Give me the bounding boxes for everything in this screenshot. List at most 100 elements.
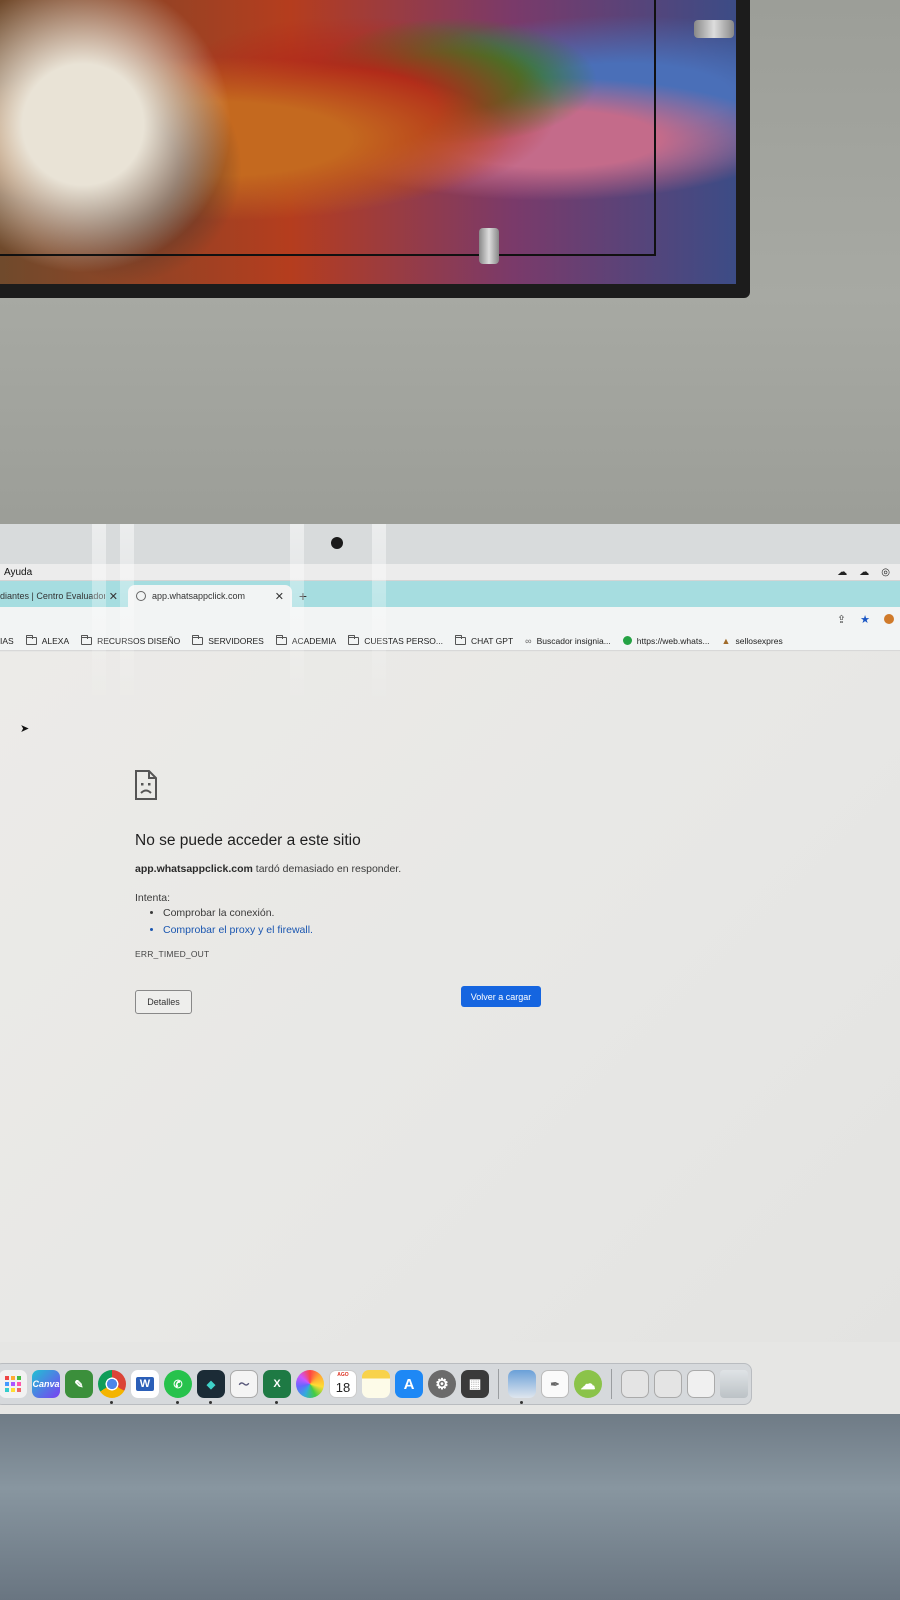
reload-button[interactable]: Volver a cargar — [461, 986, 541, 1007]
share-icon[interactable]: ⇪ — [837, 613, 846, 626]
calendar-day: 18 — [335, 1380, 351, 1395]
pencil-app-icon[interactable]: ✎ — [65, 1370, 93, 1398]
screen-glare — [92, 524, 106, 704]
bookmark-label: ALEXA — [41, 635, 70, 646]
stamp-icon: ▲ — [721, 635, 731, 646]
try-label: Intenta: — [135, 892, 171, 904]
whatsapp-icon — [622, 636, 632, 645]
tab-strip: diantes | Centro Evaluador ✕ app.whatsap… — [0, 581, 900, 607]
tab-centro-evaluador[interactable]: diantes | Centro Evaluador ✕ — [0, 585, 126, 607]
bookmark-label: https://web.whats... — [636, 635, 710, 646]
folder-icon — [275, 634, 287, 645]
running-dot — [275, 1401, 278, 1404]
macos-dock: Canva ✎ W ✆ ◆ 〜 X AGO 18 A ⚙ ▦ ✒ ☁ — [0, 1363, 752, 1405]
dock-separator — [611, 1369, 612, 1399]
screen-glare — [290, 524, 304, 704]
app-store-icon[interactable]: A — [395, 1370, 423, 1398]
mouse-cursor-icon: ➤ — [20, 723, 30, 735]
system-settings-icon[interactable]: ⚙ — [428, 1370, 456, 1398]
dock-separator — [498, 1369, 499, 1399]
bookmark-folder-cuestas[interactable]: CUESTAS PERSO... — [348, 634, 443, 646]
bookmark-label: IAS — [0, 635, 14, 646]
bookmark-label: SERVIDORES — [208, 635, 264, 646]
canva-icon[interactable]: Canva — [32, 1370, 60, 1398]
cloud-outline-icon[interactable]: ☁ — [859, 567, 869, 578]
bookmark-folder-alexa[interactable]: ALEXA — [25, 634, 70, 646]
excel-letter: X — [273, 1378, 281, 1390]
folder-icon — [348, 634, 360, 645]
tab-title: diantes | Centro Evaluador — [0, 591, 105, 601]
creative-cloud-icon[interactable]: ◎ — [881, 567, 890, 578]
bookmark-star-icon[interactable]: ★ — [860, 613, 870, 626]
folder-icon — [454, 634, 466, 645]
bookmark-label: sellosexpres — [735, 635, 783, 646]
textedit-icon[interactable]: ✒ — [541, 1370, 569, 1398]
bookmarks-bar: IAS ALEXA RECURSOS DISEÑO SERVIDORES ACA… — [0, 631, 900, 651]
tab-title: app.whatsappclick.com — [152, 591, 246, 601]
word-letter: W — [135, 1377, 155, 1391]
folder-icon — [192, 634, 204, 645]
tab-whatsappclick[interactable]: app.whatsappclick.com ✕ — [128, 585, 292, 607]
calendar-icon[interactable]: AGO 18 — [329, 1370, 357, 1398]
close-icon[interactable]: ✕ — [275, 590, 284, 603]
monitor-screen: Ayuda ☁ ☁ ◎ diantes | Centro Evaluador ✕… — [0, 564, 900, 1414]
photos-icon[interactable] — [296, 1370, 324, 1398]
details-button[interactable]: Detalles — [135, 990, 192, 1014]
bookmark-folder-servidores[interactable]: SERVIDORES — [192, 634, 264, 646]
whatsapp-icon[interactable]: ✆ — [164, 1370, 192, 1404]
frame-clip — [479, 228, 499, 264]
suggestions-list: Comprobar la conexión. Comprobar el prox… — [163, 907, 313, 941]
preview-icon[interactable]: 〜 — [230, 1370, 258, 1398]
bookmark-sellosexpres[interactable]: ▲ sellosexpres — [722, 636, 783, 646]
running-dot — [209, 1401, 212, 1404]
error-title: No se puede acceder a este sitio — [135, 832, 361, 849]
running-dot — [110, 1401, 113, 1404]
document-stack-2-icon[interactable] — [654, 1370, 682, 1398]
notes-icon[interactable] — [362, 1370, 390, 1398]
frame-inner-border — [0, 0, 656, 256]
sad-document-icon — [135, 770, 157, 800]
globe-icon — [136, 591, 146, 601]
launchpad-grid — [5, 1376, 21, 1392]
cloud-filled-icon[interactable]: ☁ — [837, 567, 847, 578]
bookmark-web-whatsapp[interactable]: https://web.whats... — [622, 635, 710, 646]
close-icon[interactable]: ✕ — [109, 590, 118, 603]
filmora-icon[interactable]: ◆ — [197, 1370, 225, 1404]
calculator-icon[interactable]: ▦ — [461, 1370, 489, 1398]
running-dot — [176, 1401, 179, 1404]
bookmark-folder-chat-gpt[interactable]: CHAT GPT — [454, 634, 514, 646]
menu-item-ayuda[interactable]: Ayuda — [4, 567, 32, 578]
chrome-icon[interactable] — [98, 1370, 126, 1404]
error-description: app.whatsappclick.com tardó demasiado en… — [135, 863, 401, 875]
error-desc-suffix: tardó demasiado en responder. — [252, 863, 402, 875]
bookmark-label: CHAT GPT — [470, 635, 514, 646]
error-host: app.whatsappclick.com — [135, 863, 253, 875]
trash-icon[interactable] — [720, 1370, 748, 1398]
desk-below-monitor — [0, 1414, 900, 1600]
screen-glare — [372, 524, 386, 704]
folder-icon — [25, 634, 37, 645]
launchpad-icon[interactable] — [0, 1370, 27, 1398]
document-stack-icon[interactable] — [621, 1370, 649, 1398]
extension-cookie-icon[interactable] — [884, 614, 894, 624]
macos-menubar: Ayuda ☁ ☁ ◎ — [0, 564, 900, 581]
frame-clip — [694, 20, 734, 38]
error-code: ERR_TIMED_OUT — [135, 949, 210, 959]
status-tray: ☁ ☁ ◎ — [837, 567, 896, 578]
bookmark-buscador-insignia[interactable]: ∞ Buscador insignia... — [525, 636, 611, 646]
calendar-month: AGO — [337, 1372, 349, 1378]
excel-icon[interactable]: X — [263, 1370, 291, 1404]
suggestion-check-proxy-link[interactable]: Comprobar el proxy y el firewall. — [163, 924, 313, 936]
image-capture-icon[interactable] — [508, 1370, 536, 1404]
bookmark-folder-academia[interactable]: ACADEMIA — [275, 634, 336, 646]
picture-frame — [0, 0, 750, 298]
error-page: ➤ No se puede acceder a este sitio app.w… — [0, 652, 900, 1342]
webcam — [331, 537, 343, 549]
cloud-upload-icon[interactable]: ☁ — [574, 1370, 602, 1398]
browser-toolbar: ⇪ ★ — [0, 607, 900, 631]
bookmark-ias[interactable]: IAS — [0, 636, 14, 646]
document-stack-3-icon[interactable] — [687, 1370, 715, 1398]
link-icon: ∞ — [525, 635, 532, 646]
word-icon[interactable]: W — [131, 1370, 159, 1398]
suggestion-check-connection: Comprobar la conexión. — [163, 907, 313, 919]
